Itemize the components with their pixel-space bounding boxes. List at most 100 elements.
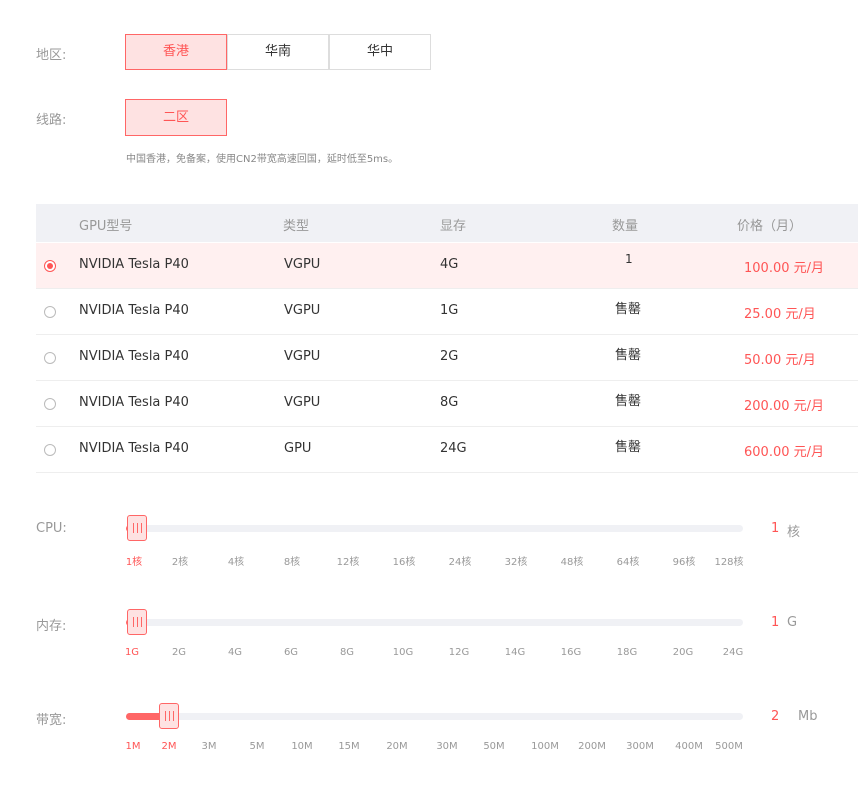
memory-tick[interactable]: 20G bbox=[673, 647, 693, 658]
memory-tick[interactable]: 18G bbox=[617, 647, 637, 658]
cpu-tick[interactable]: 4核 bbox=[228, 553, 244, 568]
line-label: 线路: bbox=[36, 113, 67, 128]
bandwidth-tick[interactable]: 5M bbox=[250, 741, 265, 752]
cell-memory: 24G bbox=[440, 441, 467, 456]
bandwidth-tick[interactable]: 50M bbox=[483, 741, 504, 752]
bandwidth-value: 2 bbox=[771, 709, 780, 724]
bandwidth-tick[interactable]: 500M bbox=[715, 741, 743, 752]
line-option-zone2[interactable]: 二区 bbox=[125, 99, 227, 136]
cell-model: NVIDIA Tesla P40 bbox=[79, 395, 189, 410]
cpu-tick[interactable]: 8核 bbox=[284, 553, 300, 568]
memory-slider-handle[interactable] bbox=[127, 609, 147, 635]
cpu-tick[interactable]: 32核 bbox=[505, 553, 528, 568]
memory-tick[interactable]: 24G bbox=[723, 647, 743, 658]
bandwidth-tick[interactable]: 200M bbox=[578, 741, 606, 752]
cell-model: NVIDIA Tesla P40 bbox=[79, 257, 189, 272]
table-row[interactable]: NVIDIA Tesla P40 VGPU 1G 售罄 25.00 元/月 bbox=[36, 289, 858, 335]
memory-label: 内存: bbox=[36, 619, 67, 634]
cpu-tick[interactable]: 24核 bbox=[449, 553, 472, 568]
cell-type: VGPU bbox=[284, 349, 321, 364]
bandwidth-tick[interactable]: 15M bbox=[338, 741, 359, 752]
bandwidth-tick[interactable]: 300M bbox=[626, 741, 654, 752]
memory-slider-track[interactable] bbox=[126, 619, 743, 626]
cpu-tick[interactable]: 96核 bbox=[673, 553, 696, 568]
cell-quantity: 1 bbox=[625, 252, 633, 266]
bandwidth-unit: Mb bbox=[798, 709, 818, 724]
header-quantity: 数量 bbox=[612, 219, 639, 234]
cpu-tick[interactable]: 48核 bbox=[561, 553, 584, 568]
cpu-tick[interactable]: 64核 bbox=[617, 553, 640, 568]
cell-memory: 1G bbox=[440, 303, 459, 318]
bandwidth-tick[interactable]: 30M bbox=[436, 741, 457, 752]
memory-tick[interactable]: 12G bbox=[449, 647, 469, 658]
cell-price: 50.00 元/月 bbox=[744, 353, 816, 368]
cell-type: VGPU bbox=[284, 395, 321, 410]
cell-model: NVIDIA Tesla P40 bbox=[79, 441, 189, 456]
cell-quantity: 售罄 bbox=[615, 440, 642, 455]
memory-tick[interactable]: 1G bbox=[125, 647, 139, 658]
cpu-tick[interactable]: 128核 bbox=[714, 553, 743, 568]
header-memory: 显存 bbox=[440, 219, 467, 234]
bandwidth-tick[interactable]: 3M bbox=[202, 741, 217, 752]
cell-type: VGPU bbox=[284, 257, 321, 272]
cell-model: NVIDIA Tesla P40 bbox=[79, 303, 189, 318]
memory-unit: G bbox=[787, 615, 798, 630]
row-radio[interactable] bbox=[44, 306, 56, 318]
cell-type: GPU bbox=[284, 441, 312, 456]
header-gpu-model: GPU型号 bbox=[79, 219, 133, 234]
bandwidth-tick[interactable]: 20M bbox=[386, 741, 407, 752]
cell-memory: 8G bbox=[440, 395, 459, 410]
cell-quantity: 售罄 bbox=[615, 302, 642, 317]
cpu-value: 1 bbox=[771, 521, 780, 536]
table-header: GPU型号 类型 显存 数量 价格（月） bbox=[36, 204, 858, 242]
bandwidth-slider-handle[interactable] bbox=[159, 703, 179, 729]
cell-price: 25.00 元/月 bbox=[744, 307, 816, 322]
bandwidth-tick[interactable]: 10M bbox=[291, 741, 312, 752]
memory-tick[interactable]: 6G bbox=[284, 647, 298, 658]
memory-tick[interactable]: 10G bbox=[393, 647, 413, 658]
memory-tick[interactable]: 14G bbox=[505, 647, 525, 658]
cpu-label: CPU: bbox=[36, 521, 67, 536]
cell-price: 100.00 元/月 bbox=[744, 261, 824, 276]
table-row[interactable]: NVIDIA Tesla P40 GPU 24G 售罄 600.00 元/月 bbox=[36, 427, 858, 473]
row-radio[interactable] bbox=[44, 444, 56, 456]
cell-type: VGPU bbox=[284, 303, 321, 318]
memory-tick[interactable]: 8G bbox=[340, 647, 354, 658]
table-row[interactable]: NVIDIA Tesla P40 VGPU 4G 1 100.00 元/月 bbox=[36, 243, 858, 289]
cell-model: NVIDIA Tesla P40 bbox=[79, 349, 189, 364]
bandwidth-tick[interactable]: 100M bbox=[531, 741, 559, 752]
cell-price: 200.00 元/月 bbox=[744, 399, 824, 414]
memory-tick[interactable]: 16G bbox=[561, 647, 581, 658]
header-price: 价格（月） bbox=[737, 219, 803, 234]
cell-price: 600.00 元/月 bbox=[744, 445, 824, 460]
header-type: 类型 bbox=[283, 219, 310, 234]
table-row[interactable]: NVIDIA Tesla P40 VGPU 8G 售罄 200.00 元/月 bbox=[36, 381, 858, 427]
row-radio[interactable] bbox=[44, 260, 56, 272]
cell-quantity: 售罄 bbox=[615, 348, 642, 363]
bandwidth-tick[interactable]: 2M bbox=[162, 741, 177, 752]
region-option-central-china[interactable]: 华中 bbox=[329, 34, 431, 70]
cpu-tick[interactable]: 1核 bbox=[126, 553, 142, 568]
bandwidth-slider-track[interactable] bbox=[126, 713, 743, 720]
memory-tick[interactable]: 4G bbox=[228, 647, 242, 658]
cpu-tick[interactable]: 2核 bbox=[172, 553, 188, 568]
cpu-slider-track[interactable] bbox=[126, 525, 743, 532]
row-radio[interactable] bbox=[44, 398, 56, 410]
memory-tick[interactable]: 2G bbox=[172, 647, 186, 658]
bandwidth-tick[interactable]: 400M bbox=[675, 741, 703, 752]
memory-value: 1 bbox=[771, 615, 780, 630]
cpu-unit: 核 bbox=[787, 525, 801, 540]
cpu-slider-handle[interactable] bbox=[127, 515, 147, 541]
bandwidth-label: 带宽: bbox=[36, 713, 67, 728]
bandwidth-tick[interactable]: 1M bbox=[126, 741, 141, 752]
cpu-tick[interactable]: 16核 bbox=[393, 553, 416, 568]
cell-memory: 4G bbox=[440, 257, 459, 272]
cell-quantity: 售罄 bbox=[615, 394, 642, 409]
region-label: 地区: bbox=[36, 48, 67, 63]
cpu-tick[interactable]: 12核 bbox=[337, 553, 360, 568]
region-option-south-china[interactable]: 华南 bbox=[227, 34, 329, 70]
row-radio[interactable] bbox=[44, 352, 56, 364]
line-note: 中国香港，免备案，使用CN2带宽高速回国，延时低至5ms。 bbox=[126, 154, 399, 165]
region-option-hongkong[interactable]: 香港 bbox=[125, 34, 227, 70]
table-row[interactable]: NVIDIA Tesla P40 VGPU 2G 售罄 50.00 元/月 bbox=[36, 335, 858, 381]
